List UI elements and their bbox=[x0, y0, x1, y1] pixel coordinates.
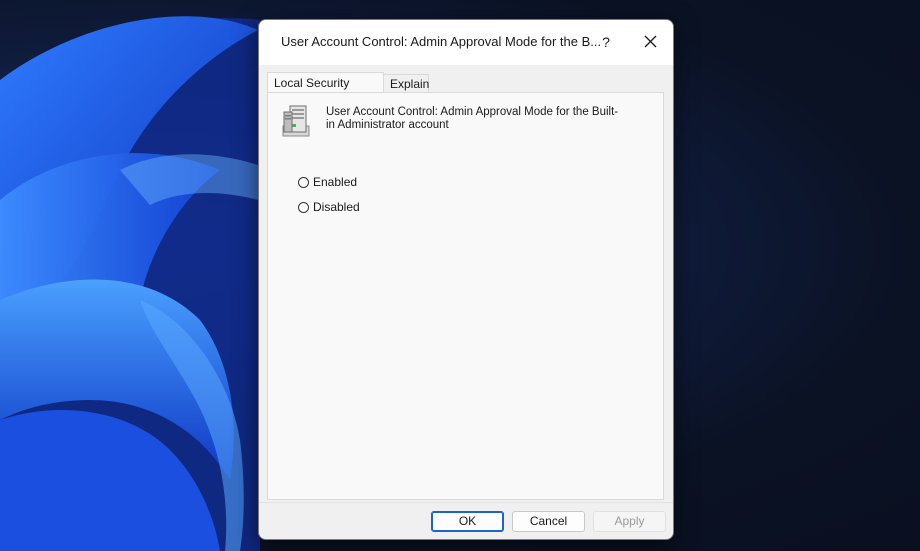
server-policy-icon bbox=[282, 105, 310, 137]
radio-disabled-circle[interactable] bbox=[298, 201, 309, 213]
radio-disabled-label: Disabled bbox=[313, 200, 360, 214]
tab-panel: User Account Control: Admin Approval Mod… bbox=[267, 92, 664, 500]
policy-properties-dialog: User Account Control: Admin Approval Mod… bbox=[258, 19, 674, 540]
desktop: User Account Control: Admin Approval Mod… bbox=[0, 0, 920, 551]
radio-enabled-label: Enabled bbox=[313, 175, 358, 189]
radio-disabled[interactable]: Disabled bbox=[298, 199, 360, 215]
cancel-button[interactable]: Cancel bbox=[512, 511, 585, 532]
tab-local-security-setting[interactable]: Local Security Setting bbox=[267, 72, 384, 110]
help-button[interactable]: ? bbox=[595, 30, 617, 54]
tab-explain[interactable]: Explain bbox=[383, 74, 429, 93]
title-bar[interactable]: User Account Control: Admin Approval Mod… bbox=[259, 20, 673, 65]
dialog-title: User Account Control: Admin Approval Mod… bbox=[281, 34, 602, 49]
close-icon bbox=[644, 35, 656, 48]
radio-enabled-circle[interactable] bbox=[298, 176, 309, 188]
radio-enabled[interactable]: Enabled bbox=[298, 174, 357, 190]
apply-button[interactable]: Apply bbox=[593, 511, 666, 532]
ok-button[interactable]: OK bbox=[431, 511, 504, 532]
help-icon: ? bbox=[602, 34, 610, 50]
dialog-footer: OK Cancel Apply bbox=[259, 502, 673, 539]
close-button[interactable] bbox=[637, 30, 663, 54]
policy-name: User Account Control: Admin Approval Mod… bbox=[326, 106, 619, 131]
